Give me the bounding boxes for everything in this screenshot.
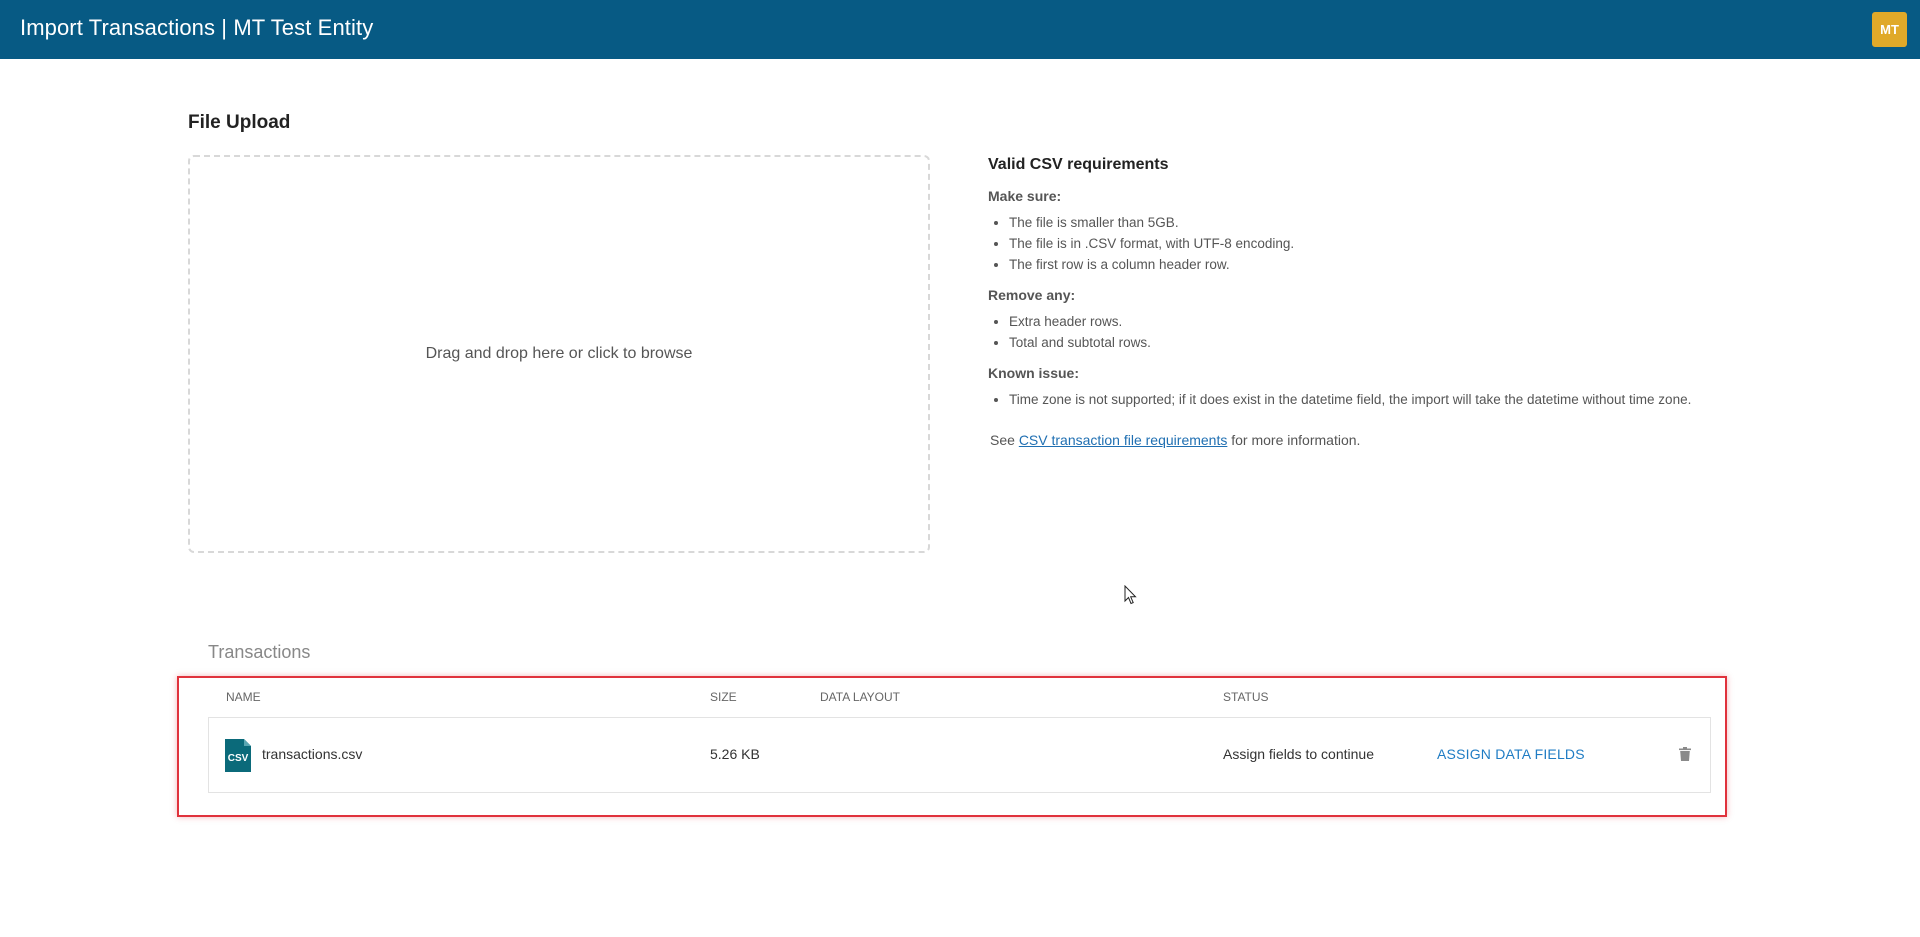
- transactions-title: Transactions: [208, 642, 311, 662]
- page-title: Import Transactions | MT Test Entity: [20, 15, 374, 40]
- csv-requirements: Valid CSV requirements Make sure: The fi…: [988, 156, 1748, 448]
- column-header-data-layout: Data Layout: [820, 690, 901, 704]
- table-row: CSV transactions.csv 5.26 KB Assign fiel…: [208, 717, 1711, 793]
- make-sure-label: Make sure:: [988, 188, 1062, 204]
- column-header-size: Size: [710, 690, 737, 704]
- status-text: Assign fields to continue: [1223, 746, 1374, 762]
- mouse-cursor-icon: [1124, 585, 1137, 605]
- see-suffix: for more information.: [1231, 432, 1361, 448]
- csv-file-icon: CSV: [225, 739, 251, 772]
- list-item: Extra header rows.: [1009, 311, 1748, 332]
- file-upload-title: File Upload: [188, 112, 291, 133]
- top-bar: Import Transactions | MT Test Entity MT: [0, 0, 1920, 59]
- remove-any-list: Extra header rows. Total and subtotal ro…: [988, 311, 1748, 353]
- file-name: transactions.csv: [262, 746, 363, 762]
- more-info-line: See CSV transaction file requirements fo…: [988, 432, 1748, 448]
- list-item: Total and subtotal rows.: [1009, 332, 1748, 353]
- column-header-status: Status: [1223, 690, 1269, 704]
- column-header-name: Name: [226, 690, 261, 704]
- list-item: Time zone is not supported; if it does e…: [1009, 389, 1748, 410]
- list-item: The file is smaller than 5GB.: [1009, 212, 1748, 233]
- file-dropzone[interactable]: Drag and drop here or click to browse: [188, 155, 930, 553]
- make-sure-list: The file is smaller than 5GB. The file i…: [988, 212, 1748, 275]
- see-prefix: See: [990, 432, 1015, 448]
- list-item: The file is in .CSV format, with UTF-8 e…: [1009, 233, 1748, 254]
- known-issue-label: Known issue:: [988, 365, 1080, 381]
- file-size: 5.26 KB: [710, 746, 760, 762]
- csv-requirements-link[interactable]: CSV transaction file requirements: [1019, 432, 1228, 448]
- user-avatar[interactable]: MT: [1872, 12, 1907, 47]
- remove-any-label: Remove any:: [988, 287, 1076, 303]
- csv-icon-label: CSV: [228, 753, 249, 764]
- known-issue-list: Time zone is not supported; if it does e…: [988, 389, 1748, 410]
- requirements-title: Valid CSV requirements: [988, 156, 1169, 173]
- list-item: The first row is a column header row.: [1009, 254, 1748, 275]
- trash-icon[interactable]: [1679, 747, 1691, 761]
- dropzone-text: Drag and drop here or click to browse: [425, 345, 693, 362]
- assign-data-fields-button[interactable]: Assign Data Fields: [1437, 746, 1585, 762]
